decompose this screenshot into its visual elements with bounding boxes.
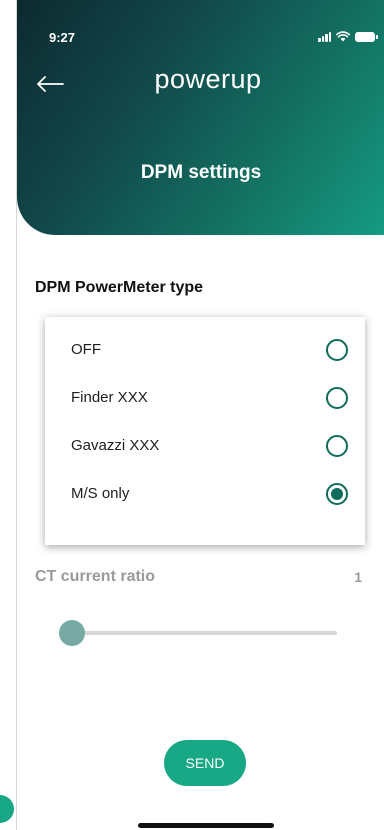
header: 9:27 powerup DPM settings — [17, 0, 384, 235]
home-indicator — [138, 823, 274, 828]
option-label: M/S only — [71, 485, 130, 502]
partial-floating-button[interactable] — [0, 795, 14, 823]
ct-ratio-slider[interactable] — [59, 620, 337, 646]
status-bar: 9:27 — [17, 0, 384, 48]
radio-button[interactable] — [326, 435, 348, 457]
radio-button[interactable] — [326, 387, 348, 409]
option-label: Finder XXX — [71, 389, 148, 406]
wifi-icon — [336, 31, 350, 42]
ct-ratio-value: 1 — [354, 569, 362, 585]
powermeter-options-card: OFF Finder XXX Gavazzi XXX M/S only — [45, 317, 365, 545]
powermeter-section-title: DPM PowerMeter type — [35, 279, 204, 296]
send-button[interactable]: SEND — [164, 740, 246, 786]
status-time: 9:27 — [49, 30, 76, 45]
signal-icon — [318, 31, 331, 42]
option-off[interactable]: OFF — [45, 330, 365, 370]
radio-button[interactable] — [326, 339, 348, 361]
page-title: DPM settings — [140, 162, 262, 183]
option-ms-only[interactable]: M/S only — [45, 474, 365, 514]
option-label: Gavazzi XXX — [71, 437, 160, 454]
slider-thumb[interactable] — [59, 620, 85, 646]
slider-track — [59, 631, 337, 635]
radio-button[interactable] — [326, 483, 348, 505]
option-gavazzi[interactable]: Gavazzi XXX — [45, 426, 365, 466]
status-icons — [318, 31, 378, 42]
option-label: OFF — [71, 341, 101, 358]
powerup-logo: powerup — [17, 64, 384, 95]
logo-text: powerup — [154, 64, 262, 94]
ct-ratio-label: CT current ratio — [35, 568, 156, 585]
option-finder[interactable]: Finder XXX — [45, 378, 365, 418]
phone-screen: 9:27 powerup DPM settings DPM PowerMeter… — [16, 0, 384, 830]
battery-icon — [355, 31, 378, 42]
